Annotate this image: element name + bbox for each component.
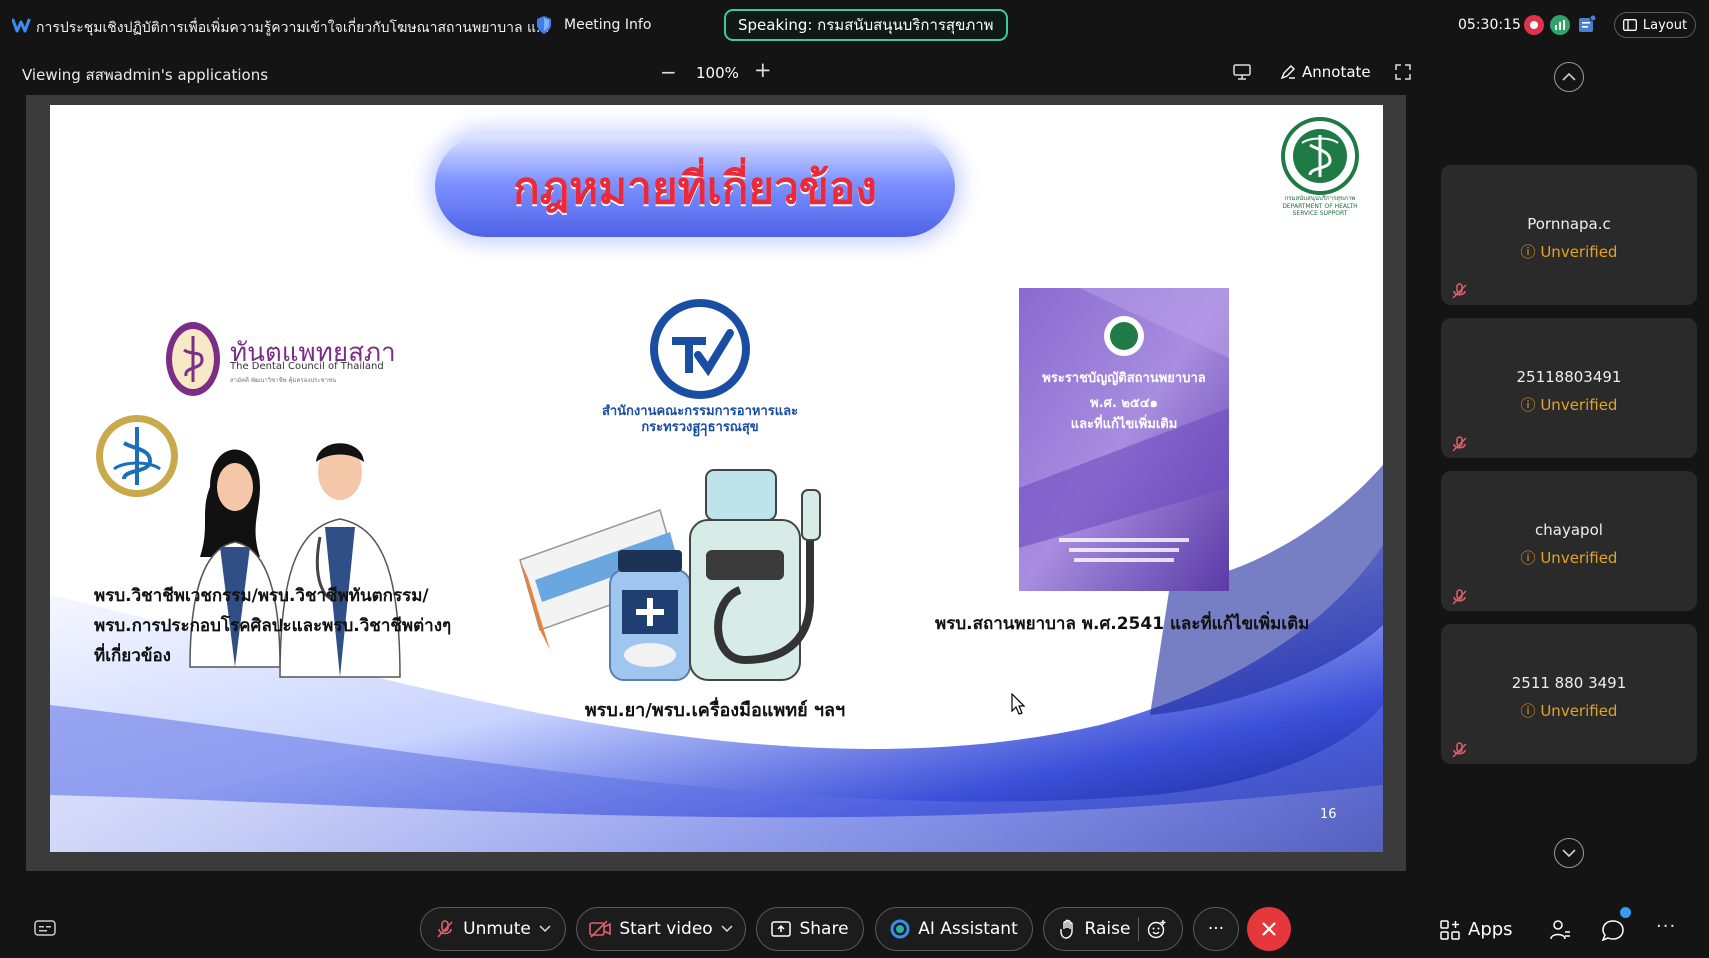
participant-name: Pornnapa.c bbox=[1527, 215, 1611, 233]
participant-status: ⓘ Unverified bbox=[1520, 243, 1618, 261]
ai-assistant-icon bbox=[890, 919, 910, 939]
start-video-label: Start video bbox=[619, 919, 713, 939]
moph-caption: กรมสนับสนุนบริการสุขภาพ DEPARTMENT OF HE… bbox=[1282, 195, 1358, 217]
mic-muted-icon bbox=[1452, 742, 1467, 758]
viewing-label: Viewing สสพadmin's applications bbox=[22, 66, 269, 84]
chat-icon[interactable] bbox=[1600, 918, 1626, 942]
ai-assistant-label: AI Assistant bbox=[918, 919, 1018, 939]
mic-muted-icon bbox=[1452, 283, 1467, 299]
close-icon bbox=[1262, 922, 1276, 936]
closed-captions-icon[interactable] bbox=[34, 920, 56, 938]
unmute-label: Unmute bbox=[463, 919, 531, 939]
speaking-indicator: Speaking: กรมสนับสนุนบริการสุขภาพ bbox=[724, 9, 1008, 41]
participant-name: 2511 880 3491 bbox=[1511, 674, 1627, 692]
law-caption-professions: พรบ.วิชาชีพเวชกรรม/พรบ.วิชาชีพทันตกรรม/ … bbox=[94, 586, 452, 666]
present-view-icon[interactable] bbox=[1233, 64, 1251, 80]
annotate-label: Annotate bbox=[1302, 63, 1371, 81]
layout-label: Layout bbox=[1642, 17, 1688, 33]
shield-icon[interactable] bbox=[536, 15, 552, 35]
mic-muted-icon bbox=[437, 920, 453, 938]
leave-meeting-button[interactable] bbox=[1247, 907, 1291, 951]
dental-council-english: The Dental Council of Thailand bbox=[230, 361, 384, 372]
more-menu-button[interactable]: ··· bbox=[1656, 916, 1676, 937]
share-label: Share bbox=[799, 919, 849, 939]
participant-tile[interactable]: chayapol ⓘ Unverified bbox=[1441, 471, 1697, 611]
fda-name-line-2: กระทรวงสาธารณสุข bbox=[641, 420, 759, 435]
reactions-icon[interactable] bbox=[1147, 919, 1167, 939]
share-icon bbox=[771, 921, 792, 937]
law-caption-drugs: พรบ.ยา/พรบ.เครื่องมือแพทย์ ฯลฯ bbox=[584, 700, 846, 721]
mic-muted-icon bbox=[1452, 589, 1467, 605]
raise-hand-button[interactable]: Raise bbox=[1043, 907, 1183, 951]
law-caption-hospital: พรบ.สถานพยาบาล พ.ศ.2541 และที่แก้ไขเพิ่ม… bbox=[935, 614, 1310, 634]
participant-status: ⓘ Unverified bbox=[1520, 396, 1618, 414]
meeting-title: การประชุมเชิงปฏิบัติการเพื่อเพิ่มความรู้… bbox=[36, 20, 550, 36]
participants-scroll-up[interactable] bbox=[1554, 62, 1584, 92]
meeting-clock: 05:30:15 bbox=[1458, 17, 1521, 33]
mouse-cursor-icon bbox=[1011, 693, 1025, 715]
meeting-info-link[interactable]: Meeting Info bbox=[564, 17, 651, 33]
chevron-down-icon[interactable] bbox=[721, 925, 733, 933]
unmute-button[interactable]: Unmute bbox=[420, 907, 566, 951]
start-video-button[interactable]: Start video bbox=[576, 907, 746, 951]
chat-notification-badge bbox=[1620, 907, 1631, 918]
participant-name: chayapol bbox=[1535, 521, 1603, 539]
pen-icon bbox=[1280, 65, 1295, 80]
participant-tile[interactable]: 25118803491 ⓘ Unverified bbox=[1441, 318, 1697, 458]
dental-council-motto: สามัคคี พัฒนาวิชาชีพ คุ้มครองประชาชน bbox=[230, 377, 337, 384]
participant-name: 25118803491 bbox=[1516, 368, 1622, 386]
fullscreen-icon[interactable] bbox=[1395, 64, 1411, 80]
participants-icon[interactable] bbox=[1548, 918, 1572, 942]
fda-logo-icon bbox=[650, 299, 750, 399]
network-health-icon[interactable] bbox=[1550, 15, 1570, 35]
zoom-level[interactable]: 100% bbox=[696, 64, 739, 82]
apps-button[interactable]: Apps bbox=[1440, 919, 1513, 940]
chevron-down-icon bbox=[1562, 849, 1576, 858]
zoom-in-button[interactable]: + bbox=[754, 58, 772, 82]
zoom-out-button[interactable]: − bbox=[660, 60, 677, 84]
share-button[interactable]: Share bbox=[756, 907, 864, 951]
apps-label: Apps bbox=[1468, 919, 1513, 940]
layout-button[interactable]: Layout bbox=[1614, 12, 1696, 38]
slide-page-number: 16 bbox=[1320, 807, 1337, 822]
dental-council-emblem-icon bbox=[166, 322, 220, 396]
participants-scroll-down[interactable] bbox=[1554, 838, 1584, 868]
ai-assistant-button[interactable]: AI Assistant bbox=[875, 907, 1033, 951]
participant-status: ⓘ Unverified bbox=[1520, 549, 1618, 567]
moph-emblem-icon bbox=[1281, 117, 1359, 195]
chevron-up-icon bbox=[1562, 72, 1576, 81]
book-title-line-3: และที่แก้ไขเพิ่มเติม bbox=[1070, 417, 1178, 432]
shared-slide: กฎหมายที่เกี่ยวข้อง กรมสนับสนุนบริการสุข… bbox=[50, 105, 1383, 852]
layout-icon bbox=[1622, 19, 1637, 31]
participant-tile[interactable]: 2511 880 3491 ⓘ Unverified bbox=[1441, 624, 1697, 764]
mic-muted-icon bbox=[1452, 436, 1467, 452]
slide-title: กฎหมายที่เกี่ยวข้อง bbox=[513, 163, 877, 214]
hospital-act-book-cover bbox=[1019, 288, 1229, 591]
hand-icon bbox=[1059, 919, 1073, 939]
book-title-line-1: พระราชบัญญัติสถานพยาบาล bbox=[1042, 371, 1206, 386]
divider bbox=[1138, 917, 1140, 941]
participant-status: ⓘ Unverified bbox=[1520, 702, 1618, 720]
medicine-device-illustration bbox=[519, 469, 821, 681]
notes-icon[interactable] bbox=[1577, 14, 1597, 34]
annotate-button[interactable]: Annotate bbox=[1280, 63, 1371, 81]
book-title-line-2: พ.ศ. ๒๕๔๑ bbox=[1090, 396, 1158, 411]
participant-tile[interactable]: Pornnapa.c ⓘ Unverified bbox=[1441, 165, 1697, 305]
apps-icon bbox=[1440, 919, 1460, 940]
medical-council-emblem-icon bbox=[96, 415, 178, 497]
more-options-button[interactable]: ··· bbox=[1193, 907, 1239, 951]
chevron-down-icon[interactable] bbox=[539, 925, 551, 933]
recording-icon[interactable] bbox=[1524, 15, 1544, 35]
video-off-icon bbox=[589, 920, 612, 938]
webex-logo-icon bbox=[12, 18, 31, 33]
raise-label: Raise bbox=[1084, 919, 1131, 939]
